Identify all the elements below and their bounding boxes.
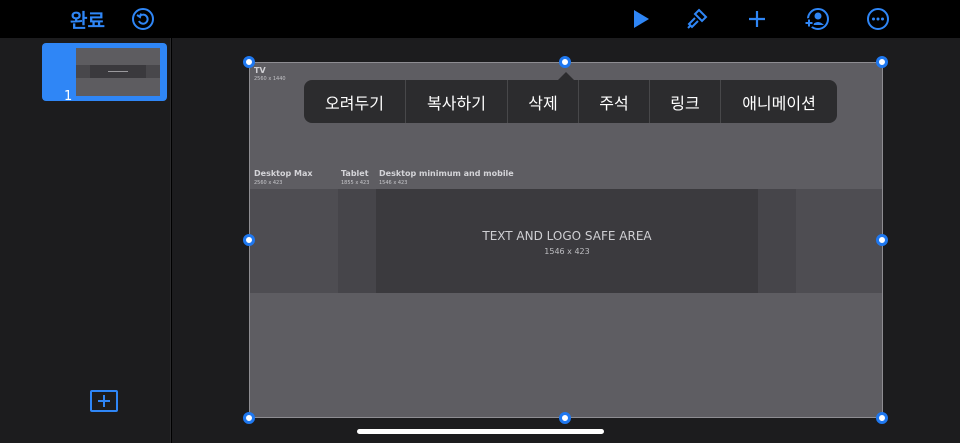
done-button[interactable]: 완료 (70, 6, 105, 33)
tablet-label: Tablet (341, 169, 369, 178)
slide-thumbnail-image[interactable] (76, 48, 160, 96)
collaborate-icon[interactable] (803, 6, 829, 32)
resize-handle-top[interactable] (559, 56, 571, 68)
safe-area-label: TEXT AND LOGO SAFE AREA (482, 229, 652, 243)
menu-item-comment[interactable]: 주석 (579, 80, 650, 123)
menu-item-copy[interactable]: 복사하기 (406, 80, 508, 123)
slide-number: 1 (64, 89, 73, 104)
desktop-max-dimensions: 2560 x 423 (254, 180, 283, 186)
menu-item-link[interactable]: 링크 (650, 80, 721, 123)
tv-dimensions: 2560 x 1440 (254, 76, 286, 82)
menu-item-delete[interactable]: 삭제 (508, 80, 579, 123)
resize-handle-left[interactable] (243, 234, 255, 246)
thumbnail-text-line (108, 71, 128, 72)
menu-item-animation[interactable]: 애니메이션 (721, 80, 837, 123)
undo-icon[interactable] (130, 6, 156, 32)
resize-handle-bottom[interactable] (559, 412, 571, 424)
add-slide-icon (98, 395, 110, 407)
play-icon[interactable] (628, 6, 654, 32)
tv-label: TV (254, 66, 266, 75)
paintbrush-icon[interactable] (684, 6, 710, 32)
resize-handle-top-right[interactable] (876, 56, 888, 68)
add-slide-button[interactable] (90, 390, 118, 412)
add-icon[interactable] (744, 6, 770, 32)
desktop-min-label: Desktop minimum and mobile (379, 169, 514, 178)
resize-handle-right[interactable] (876, 234, 888, 246)
resize-handle-bottom-left[interactable] (243, 412, 255, 424)
desktop-max-label: Desktop Max (254, 169, 313, 178)
desktop-min-dimensions: 1546 x 423 (379, 180, 408, 186)
more-icon[interactable] (865, 6, 891, 32)
context-menu-pointer (558, 72, 574, 80)
top-toolbar: 완료 (0, 0, 960, 38)
safe-area-dimensions: 1546 x 423 (544, 247, 590, 256)
home-indicator[interactable] (357, 429, 604, 434)
resize-handle-top-left[interactable] (243, 56, 255, 68)
slide-navigator: 1 (0, 38, 171, 443)
tablet-dimensions: 1855 x 423 (341, 180, 370, 186)
context-menu: 오려두기 복사하기 삭제 주석 링크 애니메이션 (304, 80, 837, 123)
menu-item-cut[interactable]: 오려두기 (304, 80, 406, 123)
resize-handle-bottom-right[interactable] (876, 412, 888, 424)
